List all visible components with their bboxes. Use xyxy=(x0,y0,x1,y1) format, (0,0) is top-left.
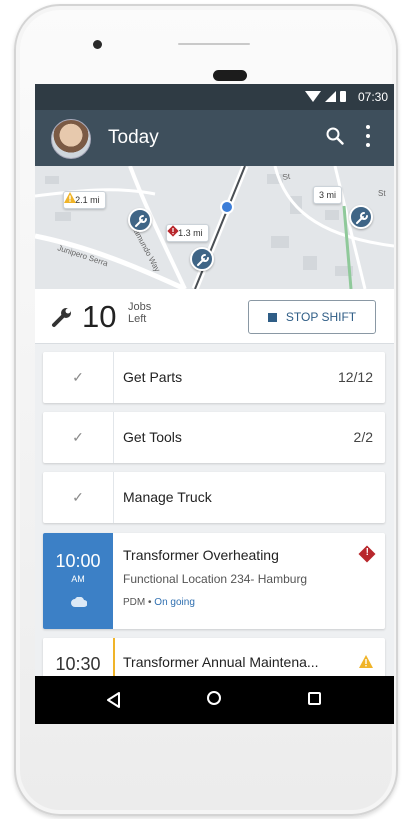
screen: 07:30 Today Junipero Serra Ramundo Way S… xyxy=(35,84,394,724)
stop-icon xyxy=(267,312,277,322)
app-bar: Today xyxy=(35,110,394,166)
warning-icon xyxy=(359,655,373,668)
wrench-icon xyxy=(135,215,147,227)
back-icon[interactable] xyxy=(106,692,122,708)
avatar[interactable] xyxy=(51,119,91,159)
task-item-manage-truck[interactable]: ✓ Manage Truck xyxy=(43,472,385,523)
more-options-icon[interactable] xyxy=(364,125,372,147)
task-label: Get Tools xyxy=(123,429,182,445)
job-title: Transformer Annual Maintena... xyxy=(123,654,319,670)
cloud-icon xyxy=(71,597,87,607)
wrench-icon xyxy=(356,212,368,224)
map-streets: Junipero Serra Ramundo Way St St xyxy=(35,166,394,289)
job-status: On going xyxy=(154,597,195,608)
job-pin[interactable] xyxy=(349,205,373,229)
search-icon[interactable] xyxy=(326,127,344,145)
speaker-grille xyxy=(178,43,250,45)
status-bar: 07:30 xyxy=(35,84,394,110)
current-location-dot xyxy=(220,200,234,214)
callout-distance: 2.1 mi xyxy=(75,195,100,205)
critical-icon xyxy=(167,225,179,237)
android-nav-bar xyxy=(35,676,394,724)
job-card[interactable]: 10:00 AM Transformer Overheating Functio… xyxy=(43,533,385,629)
check-icon: ✓ xyxy=(43,352,114,403)
wrench-icon xyxy=(52,308,71,327)
street-label: St xyxy=(378,189,386,198)
signal-icon xyxy=(325,91,336,102)
task-item-get-tools[interactable]: ✓ Get Tools 2/2 xyxy=(43,412,385,463)
check-icon: ✓ xyxy=(43,412,114,463)
stop-shift-label: STOP SHIFT xyxy=(285,310,357,324)
jobs-label-line: Left xyxy=(128,313,147,325)
job-time: 10:30 xyxy=(55,654,101,674)
task-count: 2/2 xyxy=(353,429,373,445)
stop-shift-button[interactable]: STOP SHIFT xyxy=(248,300,376,334)
wrench-icon xyxy=(197,254,209,266)
earpiece xyxy=(213,70,247,81)
jobs-count: 10 xyxy=(82,299,117,334)
job-time: 10:00 xyxy=(55,551,101,571)
job-title: Transformer Overheating xyxy=(123,547,279,563)
map-callout-warning[interactable]: •2.1 mi xyxy=(63,191,106,209)
home-icon[interactable] xyxy=(207,691,221,705)
warning-icon xyxy=(64,192,76,203)
critical-mark: ! xyxy=(365,547,369,558)
map-view[interactable]: Junipero Serra Ramundo Way St St •2.1 mi… xyxy=(35,166,394,289)
page-title: Today xyxy=(108,127,159,148)
recent-apps-icon[interactable] xyxy=(308,692,321,705)
callout-distance: 1.3 mi xyxy=(178,228,203,238)
map-callout[interactable]: 3 mi xyxy=(313,186,343,204)
wifi-icon xyxy=(305,91,321,102)
callout-distance: 3 mi xyxy=(319,190,337,200)
job-pin[interactable] xyxy=(190,247,214,271)
map-callout-critical[interactable]: •1.3 mi xyxy=(166,224,209,242)
task-label: Get Parts xyxy=(123,369,183,385)
job-type: PDM xyxy=(123,597,146,608)
task-item-get-parts[interactable]: ✓ Get Parts 12/12 xyxy=(43,352,385,403)
task-count: 12/12 xyxy=(337,369,373,385)
check-icon: ✓ xyxy=(43,472,114,523)
job-time-block: 10:30 xyxy=(43,638,115,678)
jobs-left-label: Jobs Left xyxy=(128,301,151,325)
battery-icon xyxy=(340,91,346,102)
job-pin[interactable] xyxy=(128,208,152,232)
jobs-summary: 10 Jobs Left STOP SHIFT xyxy=(35,289,394,344)
job-time-block: 10:00 AM xyxy=(43,533,113,629)
front-camera xyxy=(93,40,102,49)
status-time: 07:30 xyxy=(357,90,388,104)
task-label: Manage Truck xyxy=(123,489,212,505)
jobs-label-line: Jobs xyxy=(128,301,152,313)
status-icons xyxy=(305,91,346,102)
job-ampm: AM xyxy=(71,574,85,584)
job-location: Functional Location 234- Hamburg xyxy=(123,572,308,586)
job-meta: PDM • On going xyxy=(123,597,195,608)
